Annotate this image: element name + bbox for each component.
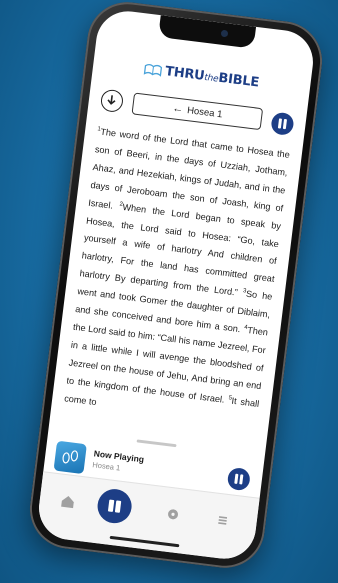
- now-playing-subtitle: Hosea 1: [91, 460, 121, 473]
- verse-text: The word of the Lord that came to Hosea …: [87, 126, 291, 214]
- player-pause-button[interactable]: [226, 466, 252, 492]
- scripture-text: 1The word of the Lord that came to Hosea…: [61, 123, 291, 446]
- menu-icon[interactable]: [209, 507, 236, 534]
- logo-tail-text: BIBLE: [217, 70, 260, 91]
- logo-main-text: THRU: [164, 64, 206, 84]
- background: THRUtheBIBLE ←Hosea 1 1The word of the: [0, 0, 338, 583]
- verse-text: When the Lord began to speak by Hosea, t…: [79, 201, 282, 299]
- phone-screen: THRUtheBIBLE ←Hosea 1 1The word of the: [35, 7, 317, 563]
- footprints-icon: [53, 440, 87, 475]
- book-icon[interactable]: [95, 487, 134, 526]
- chapter-label: Hosea 1: [186, 105, 223, 121]
- back-arrow-icon: ←: [171, 102, 184, 116]
- verse-text: Then the Lord said to him: “Call his nam…: [65, 321, 269, 405]
- compass-icon[interactable]: [160, 501, 187, 528]
- home-indicator[interactable]: [109, 535, 180, 548]
- phone-device: THRUtheBIBLE ←Hosea 1 1The word of the: [25, 0, 327, 573]
- camera-icon: [220, 29, 229, 38]
- logo-book-icon: [143, 63, 163, 77]
- sheet-drag-handle[interactable]: [136, 439, 177, 448]
- download-icon: [107, 95, 116, 105]
- home-icon[interactable]: [54, 488, 81, 515]
- pause-button[interactable]: [270, 111, 295, 137]
- logo-small-text: the: [203, 72, 219, 85]
- chapter-selector-button[interactable]: ← Hosea 1: [131, 92, 264, 131]
- notch: [158, 15, 257, 49]
- download-button[interactable]: [99, 88, 125, 114]
